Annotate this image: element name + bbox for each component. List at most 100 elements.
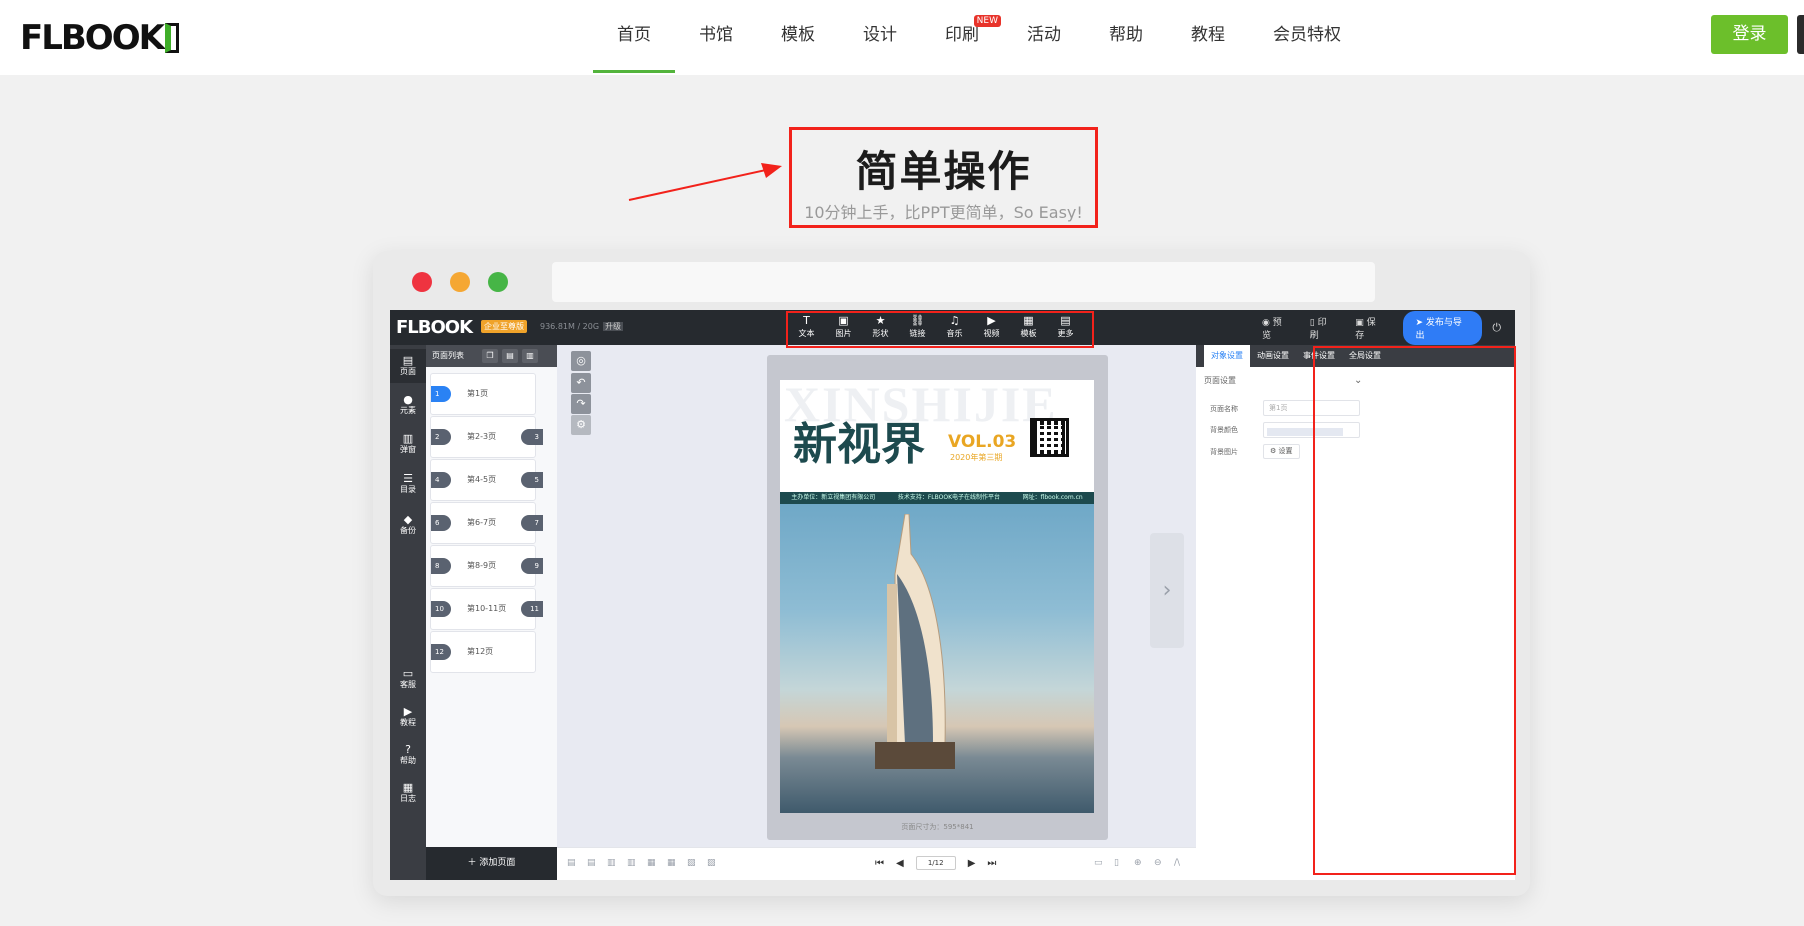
popup-icon: ▥ <box>402 432 414 445</box>
zoom-in-icon[interactable]: ⊕ <box>1134 858 1142 868</box>
sidebar-item-popup[interactable]: ▥ 弹窗 <box>390 432 426 455</box>
align-bottom-icon[interactable]: ▦ <box>667 858 676 868</box>
page-list-title: 页面列表 <box>432 351 464 360</box>
login-button[interactable]: 登录 <box>1711 15 1788 54</box>
qr-code-icon[interactable] <box>1030 418 1069 457</box>
cover-info-bar: 主办单位：新立视集团有限公司 技术支持：FLBOOK电子在线制作平台 网址：fl… <box>780 492 1094 504</box>
settings-icon[interactable]: ⚙ <box>571 415 591 435</box>
nav-help[interactable]: 帮助 <box>1085 0 1167 75</box>
page-card[interactable]: 8 第8-9页 9 <box>430 545 543 587</box>
page-number: 1 <box>431 386 451 402</box>
page-label: 第8-9页 <box>467 561 497 570</box>
page-card[interactable]: 6 第6-7页 7 <box>430 502 543 544</box>
align-right-icon[interactable]: ▥ <box>607 858 616 868</box>
main-nav: 首页 书馆 模板 设计 印刷 NEW 活动 帮助 教程 会员特权 <box>593 0 1365 75</box>
page-icon: ▤ <box>402 354 414 367</box>
upgrade-link[interactable]: 升级 <box>603 322 624 331</box>
tab-object-settings[interactable]: 对象设置 <box>1204 345 1250 367</box>
page-canvas[interactable]: XINSHIJIE 新视界 VOL.03 2020年第三期 主办单位：新立视集团… <box>767 355 1108 840</box>
nav-events[interactable]: 活动 <box>1003 0 1085 75</box>
page-number: 10 <box>431 601 451 617</box>
nav-print[interactable]: 印刷 NEW <box>921 0 1003 75</box>
sidebar-item-pages[interactable]: ▤ 页面 <box>390 349 426 383</box>
register-button-edge[interactable] <box>1797 15 1804 54</box>
publish-button[interactable]: ➤ 发布与导出 <box>1403 310 1483 345</box>
delete-page-icon[interactable]: ▥ <box>522 349 538 363</box>
save-button[interactable]: ▣ 保存 <box>1355 315 1389 341</box>
nav-library[interactable]: 书馆 <box>675 0 757 75</box>
page-card[interactable]: 4 第4-5页 5 <box>430 459 543 501</box>
page-number: 12 <box>431 644 451 660</box>
sidebar-item-tutorial[interactable]: ▶ 教程 <box>390 705 426 728</box>
sidebar-item-backup[interactable]: ◆ 备份 <box>390 513 426 536</box>
ruler-icon[interactable]: /\ <box>1174 858 1180 868</box>
redo-icon[interactable]: ↷ <box>571 394 591 414</box>
page-card[interactable]: 10 第10-11页 11 <box>430 588 543 630</box>
sidebar-item-toc[interactable]: ☰ 目录 <box>390 472 426 495</box>
first-page-icon[interactable]: ⏮ <box>875 858 884 869</box>
duplicate-page-icon[interactable]: ▤ <box>502 349 518 363</box>
publish-label: 发布与导出 <box>1415 317 1462 341</box>
bg-image-label: 背景图片 <box>1210 448 1238 456</box>
prev-page-icon[interactable]: ◀ <box>896 858 904 869</box>
list-icon: ☰ <box>403 472 413 485</box>
sidebar-item-support[interactable]: ▭ 客服 <box>390 667 426 690</box>
cover-issue[interactable]: 2020年第三期 <box>950 452 1002 463</box>
page-card[interactable]: 1 第1页 <box>430 373 536 415</box>
double-page-icon[interactable]: ▯ <box>1114 858 1119 868</box>
align-center-icon[interactable]: ▤ <box>587 858 596 868</box>
sidebar-item-log[interactable]: ▦ 日志 <box>390 781 426 804</box>
last-page-icon[interactable]: ⏭ <box>987 858 996 869</box>
nav-design[interactable]: 设计 <box>839 0 921 75</box>
single-page-icon[interactable]: ▭ <box>1094 858 1103 868</box>
edition-badge: 企业至尊版 <box>481 320 527 333</box>
page-number-right: 9 <box>521 558 543 574</box>
copy-page-icon[interactable]: ❐ <box>482 349 498 363</box>
align-left-icon[interactable]: ▤ <box>567 858 576 868</box>
site-logo[interactable]: FLBOOK <box>20 18 179 58</box>
preview-button[interactable]: ◉ 预览 <box>1262 315 1296 341</box>
zoom-out-icon[interactable]: ⊖ <box>1154 858 1162 868</box>
add-page-button[interactable]: ＋ 添加页面 <box>426 847 557 880</box>
help-icon: ? <box>405 743 411 756</box>
cover-volume[interactable]: VOL.03 <box>948 432 1016 452</box>
address-bar <box>552 262 1375 302</box>
sidebar-item-elements[interactable]: ● 元素 <box>390 393 426 416</box>
zoom-fit-icon[interactable]: ◎ <box>571 351 591 371</box>
nav-home[interactable]: 首页 <box>593 0 675 75</box>
page-card[interactable]: 2 第2-3页 3 <box>430 416 543 458</box>
distribute-h-icon[interactable]: ▧ <box>687 858 696 868</box>
nav-templates[interactable]: 模板 <box>757 0 839 75</box>
preview-label: 预览 <box>1262 317 1282 341</box>
page-card[interactable]: 12 第12页 <box>430 631 536 673</box>
toolbar-highlight-box <box>786 311 1094 348</box>
print-label: 印刷 <box>1309 317 1327 341</box>
next-page-icon[interactable]: ▶ <box>968 858 976 869</box>
tab-animation-settings[interactable]: 动画设置 <box>1250 345 1296 367</box>
align-middle-icon[interactable]: ▦ <box>647 858 656 868</box>
arrow-to-title-icon <box>628 163 782 201</box>
burj-al-arab-tower <box>875 514 955 769</box>
print-button[interactable]: ▯ 印刷 <box>1310 315 1341 341</box>
editor-logo: FLBOOK <box>396 317 473 338</box>
distribute-v-icon[interactable]: ▨ <box>707 858 716 868</box>
chat-icon: ▭ <box>402 667 414 680</box>
sidebar-item-help[interactable]: ? 帮助 <box>390 743 426 766</box>
backup-icon: ◆ <box>403 513 413 526</box>
align-top-icon[interactable]: ▥ <box>627 858 636 868</box>
cover-photo[interactable] <box>780 504 1094 813</box>
canvas-bottom-bar: ▤ ▤ ▥ ▥ ▦ ▦ ▧ ▨ ⏮ ◀ 1/12 ▶ ⏭ ▭ ▯ ⊕ ⊖ /\ <box>557 847 1196 880</box>
page-name-label: 页面名称 <box>1210 405 1238 413</box>
nav-membership[interactable]: 会员特权 <box>1249 0 1365 75</box>
page-number: 4 <box>431 472 451 488</box>
nav-tutorial[interactable]: 教程 <box>1167 0 1249 75</box>
cover-title[interactable]: 新视界 <box>793 408 925 472</box>
next-page-chevron-icon[interactable]: › <box>1150 533 1184 648</box>
undo-icon[interactable]: ↶ <box>571 373 591 393</box>
power-icon[interactable]: ⏻ <box>1492 321 1501 335</box>
bg-image-set-button[interactable]: ⚙ 设置 <box>1263 444 1300 459</box>
storage-text: 936.81M / 20G <box>540 322 600 331</box>
sidebar-label: 帮助 <box>400 756 416 765</box>
storage-usage: 936.81M / 20G 升级 <box>540 321 624 332</box>
page-number-input[interactable]: 1/12 <box>915 856 956 870</box>
